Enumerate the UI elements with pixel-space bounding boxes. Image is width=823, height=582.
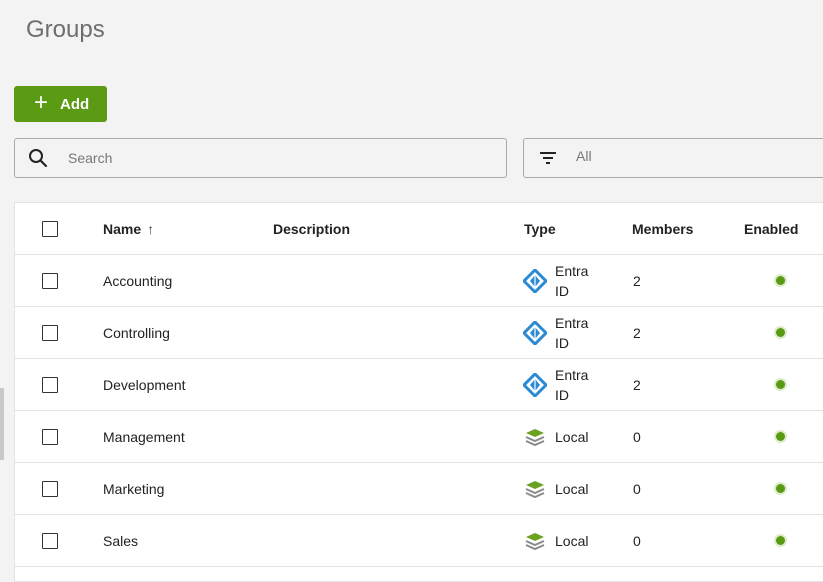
column-header-members[interactable]: Members — [632, 203, 693, 254]
group-members: 0 — [633, 428, 641, 445]
search-box[interactable] — [14, 138, 507, 178]
search-input[interactable] — [66, 149, 470, 167]
table-row[interactable]: Management Local 0 — [15, 411, 823, 463]
group-type-line1: Entra — [555, 366, 589, 383]
enabled-status-dot — [776, 536, 785, 545]
plus-icon: + — [34, 89, 49, 116]
row-checkbox[interactable] — [42, 272, 58, 289]
table-row[interactable]: Marketing Local 0 — [15, 463, 823, 515]
row-checkbox[interactable] — [42, 480, 58, 497]
page-title: Groups — [26, 16, 105, 43]
filter-value: All — [576, 148, 592, 164]
search-icon — [29, 149, 48, 168]
group-type: Entra ID — [555, 313, 588, 353]
group-type: Local — [555, 532, 589, 549]
group-name: Management — [103, 428, 185, 445]
enabled-status-dot — [776, 328, 785, 337]
group-members: 2 — [633, 376, 641, 393]
group-type-line2: ID — [555, 386, 569, 403]
table-header-row: Name ↑ Description Type Members Enabled — [15, 203, 823, 255]
entra-id-icon — [523, 372, 547, 397]
local-stack-icon — [525, 480, 545, 498]
column-header-description[interactable]: Description — [273, 203, 350, 254]
group-members: 0 — [633, 480, 641, 497]
column-header-type[interactable]: Type — [524, 203, 556, 254]
column-header-members-label: Members — [632, 220, 694, 237]
column-header-name[interactable]: Name ↑ — [103, 203, 154, 254]
column-header-description-label: Description — [273, 220, 351, 237]
arrow-up-icon: ↑ — [147, 220, 155, 237]
enabled-status-dot — [776, 432, 785, 441]
select-all-checkbox[interactable] — [42, 220, 58, 237]
add-button[interactable]: + Add — [14, 86, 107, 122]
enabled-status-dot — [776, 484, 785, 493]
group-name: Controlling — [103, 324, 170, 341]
column-header-name-label: Name — [103, 220, 142, 237]
table-row[interactable]: Accounting Entra ID 2 — [15, 255, 823, 307]
local-stack-icon — [525, 428, 545, 446]
group-type: Local — [555, 480, 589, 497]
entra-id-icon — [523, 320, 547, 345]
group-members: 2 — [633, 324, 641, 341]
table-row[interactable]: Development Entra ID 2 — [15, 359, 823, 411]
group-type: Local — [555, 428, 589, 445]
table-row[interactable]: Controlling Entra ID 2 — [15, 307, 823, 359]
row-checkbox[interactable] — [42, 532, 58, 549]
group-type-line1: Entra — [555, 314, 589, 331]
column-header-enabled[interactable]: Enabled — [744, 203, 798, 254]
group-type: Entra ID — [555, 261, 588, 301]
table-row[interactable]: Sales Local 0 — [15, 515, 823, 567]
group-members: 2 — [633, 272, 641, 289]
group-type-line2: ID — [555, 282, 569, 299]
entra-id-icon — [523, 268, 547, 293]
enabled-status-dot — [776, 380, 785, 389]
groups-table: Name ↑ Description Type Members Enabled … — [14, 202, 823, 582]
add-button-label: Add — [60, 95, 90, 113]
group-name: Sales — [103, 532, 139, 549]
column-header-enabled-label: Enabled — [744, 220, 799, 237]
row-checkbox[interactable] — [42, 324, 58, 341]
group-type-line1: Entra — [555, 262, 589, 279]
group-name: Accounting — [103, 272, 173, 289]
group-name: Development — [103, 376, 186, 393]
group-type: Entra ID — [555, 365, 588, 405]
group-name: Marketing — [103, 480, 165, 497]
scroll-handle[interactable] — [0, 388, 4, 460]
local-stack-icon — [525, 532, 545, 550]
filter-icon — [540, 152, 556, 164]
enabled-status-dot — [776, 276, 785, 285]
row-checkbox[interactable] — [42, 376, 58, 393]
group-type-line2: ID — [555, 334, 569, 351]
column-header-type-label: Type — [524, 220, 556, 237]
group-members: 0 — [633, 532, 641, 549]
row-checkbox[interactable] — [42, 428, 58, 445]
filter-dropdown[interactable]: All — [523, 138, 823, 178]
